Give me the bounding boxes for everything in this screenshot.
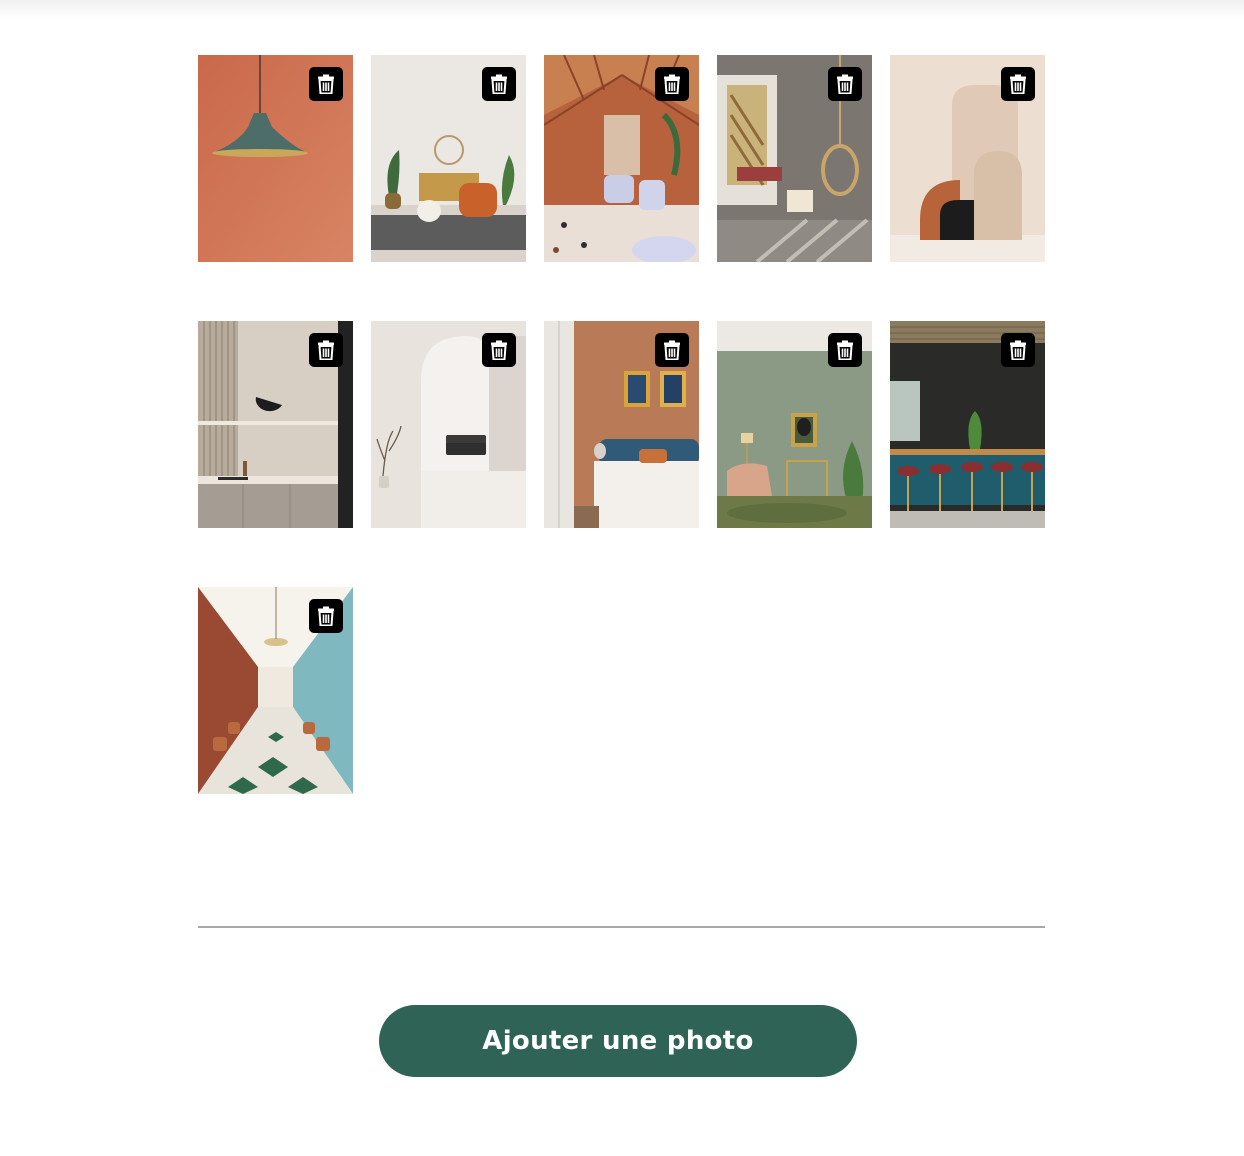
photo-card[interactable] (544, 55, 699, 262)
section-divider (198, 926, 1045, 928)
header-shadow (0, 0, 1244, 18)
delete-photo-button[interactable] (828, 67, 862, 101)
photo-card[interactable] (198, 55, 353, 262)
add-photo-button[interactable]: Ajouter une photo (379, 1005, 857, 1077)
trash-icon (318, 74, 334, 94)
delete-photo-button[interactable] (309, 67, 343, 101)
photo-card[interactable] (198, 587, 353, 794)
delete-photo-button[interactable] (309, 599, 343, 633)
delete-photo-button[interactable] (655, 67, 689, 101)
trash-icon (1010, 74, 1026, 94)
delete-photo-button[interactable] (1001, 67, 1035, 101)
photo-card[interactable] (371, 321, 526, 528)
delete-photo-button[interactable] (482, 333, 516, 367)
photo-card[interactable] (890, 55, 1045, 262)
trash-icon (837, 74, 853, 94)
trash-icon (837, 340, 853, 360)
trash-icon (318, 606, 334, 626)
photo-card[interactable] (544, 321, 699, 528)
delete-photo-button[interactable] (1001, 333, 1035, 367)
trash-icon (664, 74, 680, 94)
trash-icon (1010, 340, 1026, 360)
photo-gallery (198, 55, 1045, 794)
delete-photo-button[interactable] (655, 333, 689, 367)
trash-icon (491, 340, 507, 360)
trash-icon (491, 74, 507, 94)
photo-card[interactable] (717, 55, 872, 262)
photo-card[interactable] (717, 321, 872, 528)
trash-icon (664, 340, 680, 360)
photo-card[interactable] (198, 321, 353, 528)
delete-photo-button[interactable] (828, 333, 862, 367)
photo-card[interactable] (890, 321, 1045, 528)
trash-icon (318, 340, 334, 360)
photo-card[interactable] (371, 55, 526, 262)
delete-photo-button[interactable] (482, 67, 516, 101)
delete-photo-button[interactable] (309, 333, 343, 367)
